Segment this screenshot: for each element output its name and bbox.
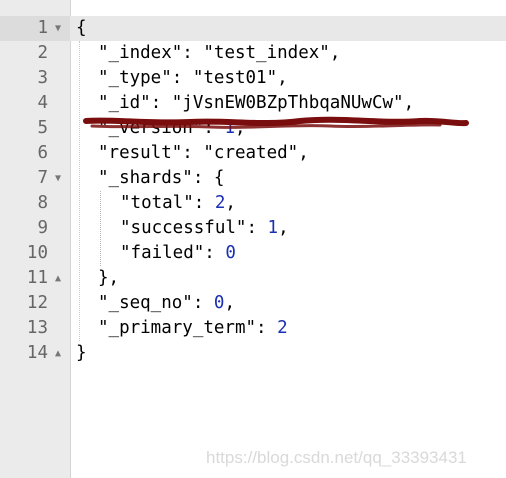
underline-stroke-2 <box>90 123 442 129</box>
watermark-text: https://blog.csdn.net/qq_33393431 <box>206 448 467 467</box>
code-editor[interactable]: 1 ▼{2 "_index": "test_index", 3 "_type": "te… <box>0 0 506 478</box>
red-underline-annotation <box>83 116 469 129</box>
underline-stroke <box>83 116 469 127</box>
